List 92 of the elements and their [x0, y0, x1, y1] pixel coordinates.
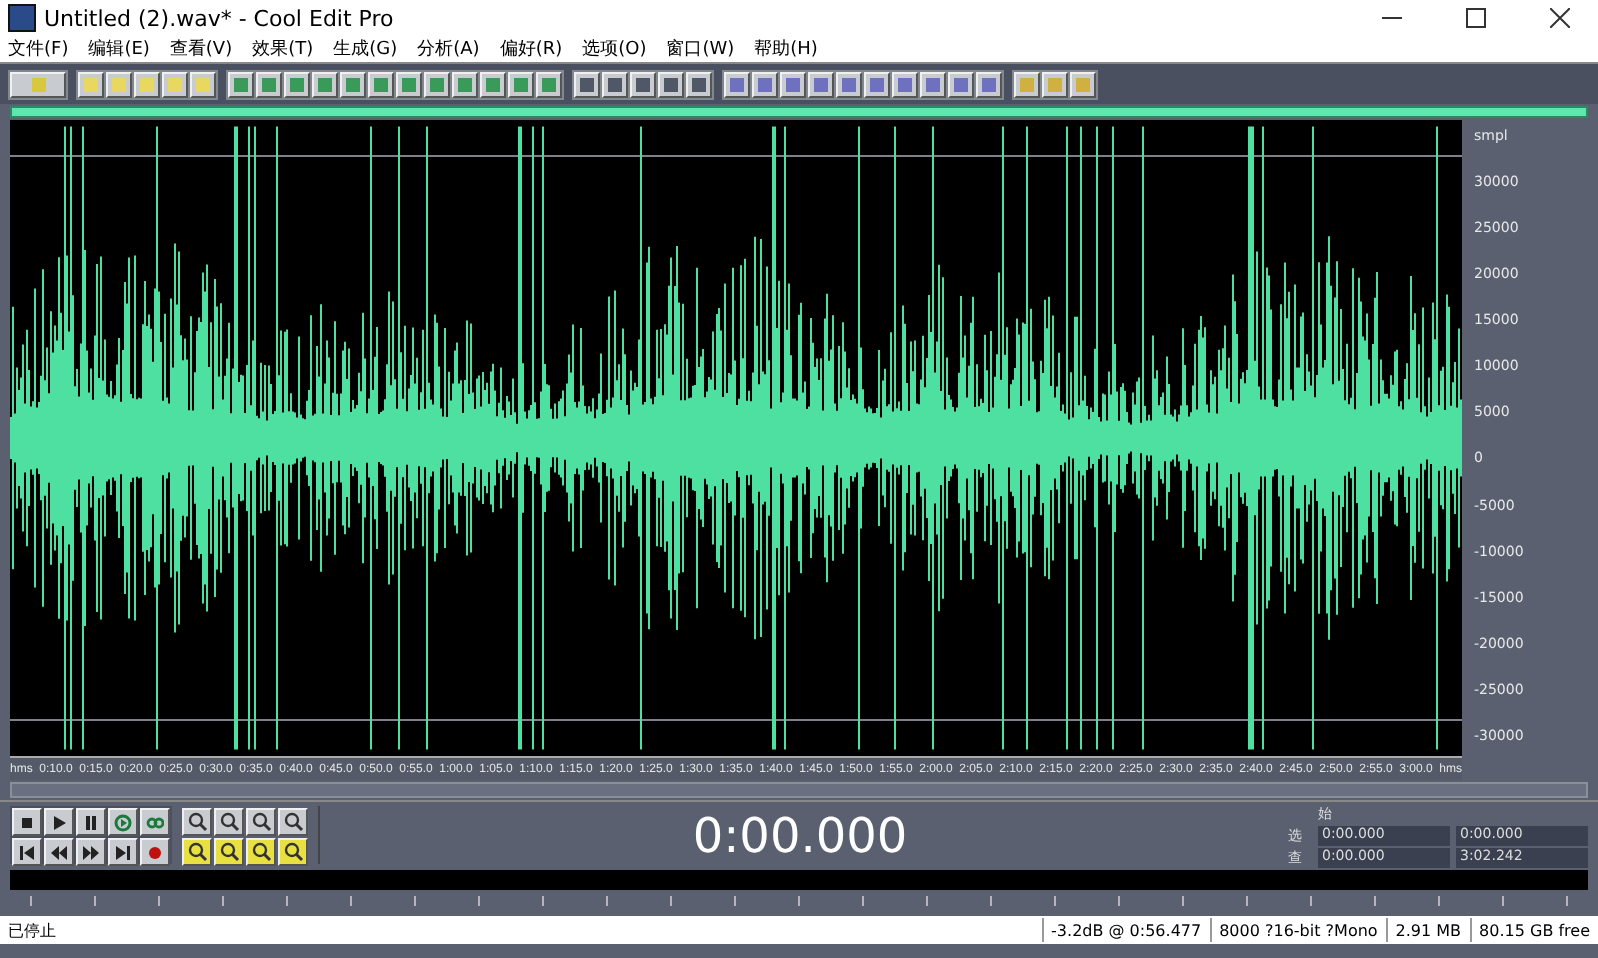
magnifier-icon: [283, 842, 303, 862]
app-icon: [8, 4, 36, 32]
skip-end-icon: [114, 843, 132, 861]
pause-icon: [82, 813, 100, 831]
magnifier-icon: [187, 812, 207, 832]
play-to-end-icon: [114, 813, 132, 831]
record-button[interactable]: [140, 838, 170, 866]
menu-item[interactable]: 生成(G): [333, 36, 398, 62]
menu-item[interactable]: 查看(V): [169, 36, 233, 62]
tool-icon: [31, 77, 45, 91]
magnifier-icon: [219, 842, 239, 862]
magnifier-icon: [187, 842, 207, 862]
rewind-icon: [50, 843, 68, 861]
zoom-button[interactable]: [214, 838, 244, 866]
stop-icon: [18, 813, 36, 831]
toolbar-button[interactable]: [396, 71, 422, 97]
toolbar-button[interactable]: [1042, 71, 1068, 97]
toolbar-button[interactable]: [752, 71, 778, 97]
status-text: -3.2dB @ 0:56.477: [1041, 918, 1210, 942]
menu-item[interactable]: 文件(F): [8, 36, 69, 62]
toolbar-button[interactable]: [630, 71, 656, 97]
toolbar-button[interactable]: [602, 71, 628, 97]
toolbar-button[interactable]: [106, 71, 132, 97]
menu-item[interactable]: 选项(O): [582, 36, 647, 62]
toolbar-button[interactable]: [1014, 71, 1040, 97]
toolbar-button[interactable]: [948, 71, 974, 97]
record-icon: [146, 843, 164, 861]
menu-item[interactable]: 窗口(W): [666, 36, 735, 62]
zoom-button[interactable]: [182, 808, 212, 836]
play-to-end-button[interactable]: [108, 808, 138, 836]
toolbar-button[interactable]: [340, 71, 366, 97]
toolbar-button[interactable]: [976, 71, 1002, 97]
toolbar-button[interactable]: [1070, 71, 1096, 97]
pause-button[interactable]: [76, 808, 106, 836]
toolbar-button[interactable]: [836, 71, 862, 97]
magnifier-icon: [283, 812, 303, 832]
toolbar-button[interactable]: [10, 71, 66, 97]
toolbar-button[interactable]: [312, 71, 338, 97]
window-title: Untitled (2).wav* - Cool Edit Pro: [44, 5, 396, 31]
menu-item[interactable]: 分析(A): [417, 36, 480, 62]
skip-start-button[interactable]: [12, 838, 42, 866]
play-icon: [50, 813, 68, 831]
skip-end-button[interactable]: [108, 838, 138, 866]
status-text: 80.15 GB free: [1469, 918, 1598, 942]
rewind-button[interactable]: [44, 838, 74, 866]
toolbar-button[interactable]: [424, 71, 450, 97]
toolbar-button[interactable]: [228, 71, 254, 97]
zoom-button[interactable]: [278, 808, 308, 836]
menu-item[interactable]: 偏好(R): [499, 36, 563, 62]
toolbar-button[interactable]: [452, 71, 478, 97]
fast-forward-icon: [82, 843, 100, 861]
status-text: 2.91 MB: [1385, 918, 1470, 942]
menu-item[interactable]: 帮助(H): [754, 36, 818, 62]
zoom-button[interactable]: [214, 808, 244, 836]
toolbar-button[interactable]: [78, 71, 104, 97]
zoom-button[interactable]: [246, 808, 276, 836]
fast-forward-button[interactable]: [76, 838, 106, 866]
stop-button[interactable]: [12, 808, 42, 836]
play-button[interactable]: [44, 808, 74, 836]
menu-item[interactable]: 编辑(E): [88, 36, 150, 62]
toolbar-button[interactable]: [574, 71, 600, 97]
toolbar-button[interactable]: [162, 71, 188, 97]
magnifier-icon: [219, 812, 239, 832]
toolbar-button[interactable]: [190, 71, 216, 97]
loop-button[interactable]: [140, 808, 170, 836]
skip-start-icon: [18, 843, 36, 861]
toolbar-button[interactable]: [780, 71, 806, 97]
magnifier-icon: [251, 812, 271, 832]
loop-icon: [146, 813, 164, 831]
status-text: 8000 ?16-bit ?Mono: [1209, 918, 1386, 942]
toolbar-button[interactable]: [920, 71, 946, 97]
toolbar-button[interactable]: [724, 71, 750, 97]
toolbar-button[interactable]: [134, 71, 160, 97]
toolbar-button[interactable]: [808, 71, 834, 97]
zoom-button[interactable]: [182, 838, 212, 866]
toolbar-button[interactable]: [658, 71, 684, 97]
zoom-button[interactable]: [278, 838, 308, 866]
toolbar-button[interactable]: [284, 71, 310, 97]
magnifier-icon: [251, 842, 271, 862]
maximize-icon: [1466, 8, 1486, 28]
toolbar-button[interactable]: [536, 71, 562, 97]
menu-item[interactable]: 效果(T): [252, 36, 314, 62]
toolbar-button[interactable]: [368, 71, 394, 97]
status-text: 已停止: [6, 919, 58, 942]
toolbar-button[interactable]: [256, 71, 282, 97]
close-icon: [1550, 8, 1570, 28]
toolbar-button[interactable]: [864, 71, 890, 97]
toolbar-button[interactable]: [480, 71, 506, 97]
toolbar-button[interactable]: [892, 71, 918, 97]
zoom-button[interactable]: [246, 838, 276, 866]
toolbar-button[interactable]: [686, 71, 712, 97]
toolbar-button[interactable]: [508, 71, 534, 97]
